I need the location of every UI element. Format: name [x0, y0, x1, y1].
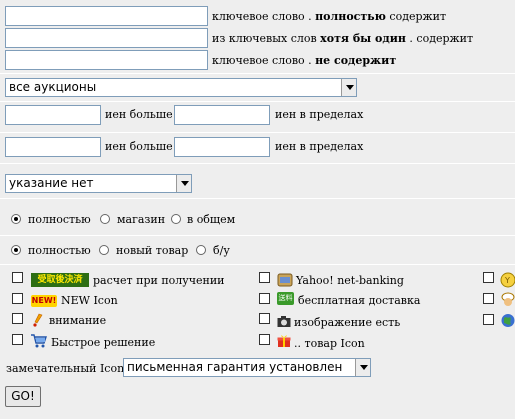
option-label-quick-decision: Быстрое решение [51, 336, 156, 349]
option-checkbox-new[interactable] [12, 293, 23, 304]
seller-radio-individual-label: в общем [187, 213, 236, 226]
price-more-label: иен больше [105, 108, 173, 121]
option-checkbox-free-shipping[interactable] [259, 293, 270, 304]
option-label-has-image: изображение есть [294, 316, 401, 329]
price-min-input[interactable] [5, 105, 101, 125]
condition-radio-all-label: полностью [28, 244, 91, 257]
keyword-any-label: из ключевых слов хотя бы один . содержит [212, 32, 474, 45]
specification-select[interactable]: указание нет [5, 174, 192, 193]
yahoo-coin-icon: Y [500, 272, 515, 288]
seller-radio-store[interactable] [100, 214, 110, 224]
option-checkbox-globe[interactable] [483, 314, 494, 325]
keyword-exclude-input[interactable] [5, 50, 208, 70]
option-label-free-shipping: бесплатная доставка [298, 294, 421, 307]
seller-radio-individual[interactable] [171, 214, 181, 224]
buyout-more-label: иен больше [105, 140, 173, 153]
go-button[interactable]: GO! [5, 386, 41, 407]
condition-radio-all[interactable] [11, 245, 21, 255]
condition-radio-new[interactable] [99, 245, 109, 255]
option-checkbox-payment-after-receipt[interactable] [12, 272, 23, 283]
option-label-attention: внимание [49, 314, 107, 327]
buyout-min-input[interactable] [5, 137, 101, 157]
payment-after-receipt-icon: 受取後決済 [31, 273, 89, 287]
chevron-down-icon [176, 175, 191, 192]
option-label-payment-after-receipt: расчет при получении [93, 274, 225, 287]
new-icon: NEW! [31, 295, 57, 307]
auction-category-value: все аукционы [9, 80, 97, 94]
specification-value: указание нет [9, 176, 94, 190]
option-checkbox-gift[interactable] [259, 334, 270, 345]
notable-icon-select[interactable]: письменная гарантия установлен [123, 358, 371, 377]
keyword-exclude-label: ключевое слово . не содержит [212, 54, 397, 67]
seller-radio-store-label: магазин [117, 213, 166, 226]
option-checkbox-has-image[interactable] [259, 313, 270, 324]
chevron-down-icon [355, 359, 370, 376]
notable-icon-label: замечательный Icon [6, 362, 125, 375]
option-label-net-banking: Yahoo! net-banking [296, 274, 404, 287]
chevron-down-icon [341, 79, 356, 96]
svg-text:Y: Y [504, 276, 510, 285]
seller-radio-all[interactable] [11, 214, 21, 224]
condition-radio-used-label: б/у [213, 244, 230, 257]
condition-radio-used[interactable] [196, 245, 206, 255]
option-label-gift: .. товар Icon [294, 337, 365, 350]
price-max-input[interactable] [174, 105, 270, 125]
condition-radio-new-label: новый товар [116, 244, 189, 257]
keyword-all-label: ключевое слово . полностью содержит [212, 10, 447, 23]
gift-icon [277, 335, 291, 347]
seller-radio-all-label: полностью [28, 213, 91, 226]
chef-icon [501, 292, 515, 306]
buyout-within-label: иен в пределах [275, 140, 364, 153]
globe-icon [501, 314, 515, 327]
yahoo-wallet-icon [277, 273, 293, 287]
keyword-any-input[interactable] [5, 28, 208, 48]
attention-icon [33, 313, 43, 327]
price-within-label: иен в пределах [275, 108, 364, 121]
buyout-max-input[interactable] [174, 137, 270, 157]
option-checkbox-attention[interactable] [12, 313, 23, 324]
camera-icon [277, 316, 291, 327]
option-checkbox-quick-decision[interactable] [12, 334, 23, 345]
option-checkbox-chef[interactable] [483, 293, 494, 304]
notable-icon-value: письменная гарантия установлен [127, 360, 343, 374]
auction-category-select[interactable]: все аукционы [5, 78, 357, 97]
option-checkbox-yahoo-coin[interactable] [483, 272, 494, 283]
keyword-all-input[interactable] [5, 6, 208, 26]
shopping-cart-icon [31, 334, 47, 348]
free-shipping-truck-icon: 送料 [277, 292, 294, 305]
option-label-new: NEW Icon [61, 294, 118, 307]
option-checkbox-net-banking[interactable] [259, 272, 270, 283]
